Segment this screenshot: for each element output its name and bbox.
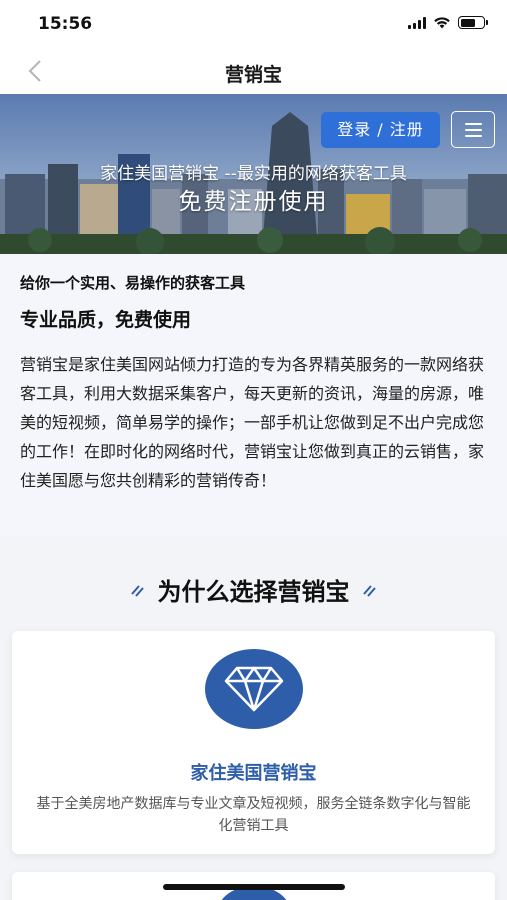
status-time: 15:56 [38, 14, 93, 34]
feature-description: 基于全美房地产数据库与专业文章及短视频，服务全链条数字化与智能化营销工具 [36, 796, 471, 834]
wifi-icon [434, 17, 450, 29]
intro-title: 专业品质，免费使用 [20, 309, 192, 331]
status-icons [408, 16, 488, 29]
why-title: 为什么选择营销宝 [157, 578, 350, 606]
diamond-icon [224, 666, 284, 712]
login-register-button[interactable]: 登录 / 注册 [321, 112, 440, 148]
intro-section: 给你一个实用、易操作的获客工具 专业品质，免费使用 营销宝是家住美国网站倾力打造… [0, 254, 507, 536]
battery-icon [458, 16, 488, 29]
banner-cta[interactable]: 免费注册使用 [0, 182, 507, 216]
home-indicator[interactable] [163, 884, 345, 890]
double-slash-icon [130, 584, 144, 597]
double-slash-icon [362, 584, 376, 597]
intro-body: 营销宝是家住美国网站倾力打造的专为各界精英服务的一款网络获客工具，利用大数据采集… [20, 355, 485, 490]
hamburger-menu-icon [464, 122, 482, 125]
feature-card[interactable]: 家住美国营销宝 基于全美房地产数据库与专业文章及短视频，服务全链条数字化与智能化… [12, 631, 495, 854]
banner-tagline: 家住美国营销宝 --最实用的网络获客工具 [100, 164, 407, 184]
feature-title: 家住美国营销宝 [190, 763, 317, 784]
why-header: 为什么选择营销宝 [0, 572, 507, 607]
nav-bar: 营销宝 [0, 50, 507, 94]
status-bar: 15:56 [0, 0, 507, 50]
menu-button[interactable] [451, 111, 495, 148]
page-title: 营销宝 [224, 64, 282, 86]
intro-subtitle: 给你一个实用、易操作的获客工具 [20, 274, 246, 292]
feature-icon-circle [205, 649, 303, 729]
signal-icon [408, 16, 426, 29]
